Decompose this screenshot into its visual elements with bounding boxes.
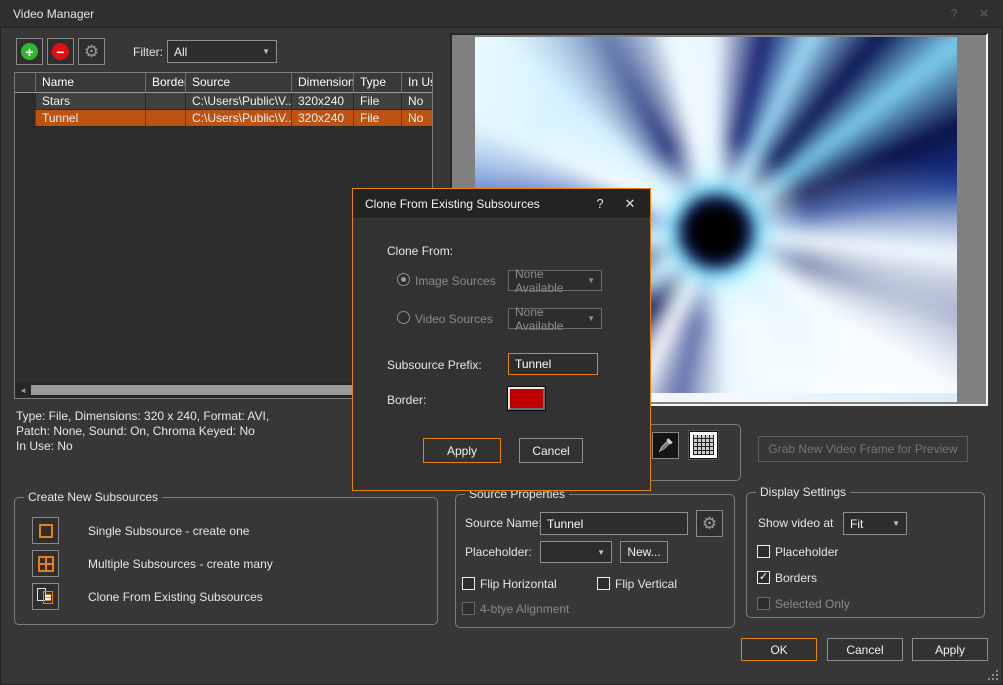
placeholder-new-button[interactable]: New... (620, 541, 668, 563)
borders-checkbox[interactable]: ✓ (757, 571, 770, 584)
eyedropper-button[interactable] (652, 432, 679, 459)
selected-only-checkbox (757, 597, 770, 610)
selected-only-label: Selected Only (775, 597, 850, 611)
image-sources-label: Image Sources (415, 274, 496, 288)
chevron-down-icon: ▼ (587, 314, 595, 323)
gear-icon: ⚙ (84, 43, 99, 60)
flip-vertical-checkbox[interactable] (597, 577, 610, 590)
close-icon[interactable]: ✕ (973, 6, 995, 22)
help-icon[interactable]: ? (943, 6, 965, 21)
single-subsource-label: Single Subsource - create one (88, 524, 249, 538)
gear-icon: ⚙ (702, 515, 717, 532)
remove-source-button[interactable]: − (47, 38, 74, 65)
title-bar: Video Manager ? ✕ (0, 0, 1003, 28)
source-name-settings-button[interactable]: ⚙ (696, 510, 723, 537)
window-title: Video Manager (13, 7, 94, 21)
dialog-cancel-button[interactable]: Cancel (519, 438, 583, 463)
image-sources-dropdown: None Available ▼ (508, 270, 602, 291)
header-type[interactable]: Type (353, 73, 401, 92)
source-info-line-1: Type: File, Dimensions: 320 x 240, Forma… (16, 409, 269, 423)
plus-icon: + (21, 43, 38, 60)
scroll-left-icon[interactable]: ◄ (16, 383, 30, 397)
multiple-subsources-button[interactable] (32, 550, 59, 577)
dialog-title-bar: Clone From Existing Subsources ? ✕ (353, 189, 650, 219)
source-info-line-2: Patch: None, Sound: On, Chroma Keyed: No (16, 424, 255, 438)
group-title: Create New Subsources (24, 490, 162, 504)
clone-subsources-dialog: Clone From Existing Subsources ? ✕ Clone… (352, 188, 651, 491)
multiple-subsources-label: Multiple Subsources - create many (88, 557, 273, 571)
flip-horizontal-checkbox[interactable] (462, 577, 475, 590)
clone-subsources-button[interactable] (32, 583, 59, 610)
dialog-help-icon[interactable]: ? (590, 196, 610, 211)
source-settings-button[interactable]: ⚙ (78, 38, 105, 65)
show-video-at-dropdown[interactable]: Fit ▼ (843, 512, 907, 535)
video-manager-window: Video Manager ? ✕ + − ⚙ Filter: All ▼ Na… (0, 0, 1003, 685)
table-row-stars[interactable]: Stars C:\Users\Public\V... 320x240 File … (15, 93, 432, 110)
chevron-down-icon: ▼ (262, 47, 270, 56)
filter-label: Filter: (133, 45, 163, 59)
video-sources-radio (397, 311, 410, 324)
show-video-at-label: Show video at (758, 516, 833, 530)
header-name[interactable]: Name (35, 73, 145, 92)
source-name-label: Source Name: (465, 516, 542, 530)
grid-pattern-icon (693, 435, 714, 455)
header-source[interactable]: Source (185, 73, 291, 92)
placeholder-display-checkbox[interactable] (757, 545, 770, 558)
byte-alignment-label: 4-btye Alignment (480, 602, 569, 616)
grid-2x2-icon (38, 556, 54, 572)
byte-alignment-checkbox (462, 602, 475, 615)
image-sources-radio (397, 273, 410, 286)
flip-horizontal-label: Flip Horizontal (480, 577, 557, 591)
placeholder-dropdown[interactable]: ▼ (540, 541, 612, 563)
subsource-prefix-input[interactable]: Tunnel (508, 353, 598, 375)
flip-vertical-label: Flip Vertical (615, 577, 677, 591)
minus-icon: − (52, 43, 69, 60)
filter-dropdown[interactable]: All ▼ (167, 40, 277, 63)
filter-value: All (174, 45, 187, 59)
source-info-line-3: In Use: No (16, 439, 73, 453)
chevron-down-icon: ▼ (597, 548, 605, 557)
dialog-close-icon[interactable]: ✕ (620, 196, 640, 212)
chevron-down-icon: ▼ (587, 276, 595, 285)
video-sources-dropdown: None Available ▼ (508, 308, 602, 329)
header-in-use[interactable]: In Use (401, 73, 433, 92)
single-square-icon (39, 524, 53, 538)
video-sources-label: Video Sources (415, 312, 493, 326)
header-border[interactable]: Border (145, 73, 185, 92)
borders-label: Borders (775, 571, 817, 585)
grab-frame-button[interactable]: Grab New Video Frame for Preview (758, 436, 968, 462)
cancel-button[interactable]: Cancel (827, 638, 903, 661)
placeholder-display-label: Placeholder (775, 545, 838, 559)
header-dimensions[interactable]: Dimensions (291, 73, 353, 92)
add-source-button[interactable]: + (16, 38, 43, 65)
eyedropper-icon (657, 437, 674, 454)
subsource-prefix-label: Subsource Prefix: (387, 358, 482, 372)
border-label: Border: (387, 393, 426, 407)
clone-subsources-label: Clone From Existing Subsources (88, 590, 263, 604)
dialog-title: Clone From Existing Subsources (365, 197, 540, 211)
source-name-input[interactable]: Tunnel (540, 512, 688, 535)
chevron-down-icon: ▼ (892, 519, 900, 528)
group-title: Display Settings (756, 485, 850, 499)
resize-grip-icon[interactable] (988, 670, 999, 681)
clone-from-label: Clone From: (387, 244, 453, 258)
ok-button[interactable]: OK (741, 638, 817, 661)
border-color-swatch[interactable] (508, 387, 545, 410)
table-header: Name Border Source Dimensions Type In Us… (15, 73, 432, 93)
single-subsource-button[interactable] (32, 517, 59, 544)
header-icon-col[interactable] (15, 73, 35, 92)
apply-button[interactable]: Apply (912, 638, 988, 661)
dialog-apply-button[interactable]: Apply (423, 438, 501, 463)
placeholder-label: Placeholder: (465, 545, 532, 559)
pattern-button[interactable] (689, 431, 718, 459)
table-row-tunnel-selected[interactable]: Tunnel C:\Users\Public\V... 320x240 File… (15, 110, 432, 127)
clone-documents-icon (37, 588, 54, 605)
